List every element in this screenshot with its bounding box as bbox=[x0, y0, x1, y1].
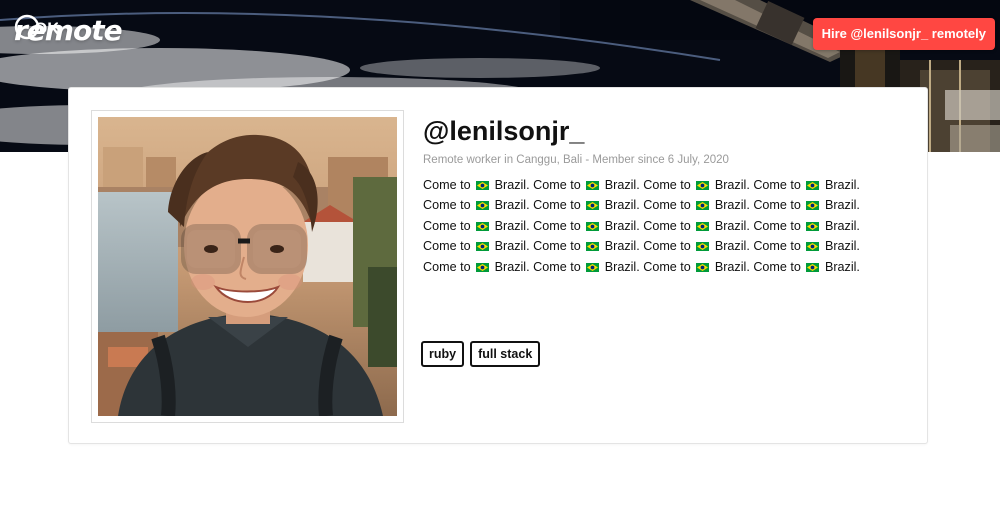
profile-tags: ruby full stack bbox=[421, 341, 541, 367]
bio-segment: Come to Brazil. bbox=[753, 178, 860, 192]
brazil-flag-icon bbox=[476, 221, 490, 231]
bio-place: Brazil. bbox=[714, 218, 750, 233]
profile-photo-frame bbox=[91, 110, 404, 423]
brazil-flag-icon bbox=[696, 242, 710, 252]
logo-ok-icon: OK bbox=[14, 14, 58, 40]
bio-phrase: Come to bbox=[753, 198, 801, 213]
profile-username: @lenilsonjr_ bbox=[423, 116, 585, 146]
bio-phrase: Come to bbox=[643, 259, 691, 274]
brazil-flag-icon bbox=[586, 201, 600, 211]
bio-place: Brazil. bbox=[494, 239, 530, 254]
bio-place: Brazil. bbox=[824, 259, 860, 274]
bio-segment: Come to Brazil. bbox=[753, 239, 860, 253]
bio-phrase: Come to bbox=[643, 178, 691, 192]
bio-segment: Come to Brazil. bbox=[643, 239, 750, 253]
profile-bio: Come to Brazil. Come to Brazil. Come to … bbox=[423, 175, 883, 277]
bio-phrase: Come to bbox=[643, 239, 691, 254]
brazil-flag-icon bbox=[476, 181, 490, 190]
bio-phrase: Come to bbox=[753, 239, 801, 254]
bio-phrase: Come to bbox=[423, 218, 471, 233]
bio-phrase: Come to bbox=[753, 178, 801, 192]
bio-phrase: Come to bbox=[533, 198, 581, 213]
bio-phrase: Come to bbox=[423, 239, 471, 254]
tag-ruby[interactable]: ruby bbox=[421, 341, 465, 367]
bio-place: Brazil. bbox=[494, 178, 530, 192]
profile-info: @lenilsonjr_ Remote worker in Canggu, Ba… bbox=[423, 114, 883, 277]
bio-segment: Come to Brazil. bbox=[533, 198, 640, 212]
brazil-flag-icon bbox=[696, 262, 710, 272]
brazil-flag-icon bbox=[806, 201, 820, 211]
bio-place: Brazil. bbox=[824, 178, 860, 192]
bio-phrase: Come to bbox=[643, 218, 691, 233]
bio-segment: Come to Brazil. bbox=[533, 260, 640, 274]
bio-segment: Come to Brazil. bbox=[533, 219, 640, 233]
bio-place: Brazil. bbox=[824, 198, 860, 213]
bio-phrase: Come to bbox=[423, 178, 471, 192]
bio-place: Brazil. bbox=[824, 218, 860, 233]
remoteok-logo[interactable]: remote OK bbox=[14, 12, 126, 48]
bio-segment: Come to Brazil. bbox=[533, 239, 640, 253]
bio-phrase: Come to bbox=[533, 239, 581, 254]
brazil-flag-icon bbox=[806, 242, 820, 252]
bio-place: Brazil. bbox=[714, 198, 750, 213]
bio-phrase: Come to bbox=[533, 218, 581, 233]
bio-place: Brazil. bbox=[494, 218, 530, 233]
bio-segment: Come to Brazil. bbox=[753, 198, 860, 212]
bio-place: Brazil. bbox=[604, 178, 640, 192]
bio-phrase: Come to bbox=[533, 178, 581, 192]
bio-segment: Come to Brazil. bbox=[533, 178, 640, 192]
bio-phrase: Come to bbox=[753, 259, 801, 274]
profile-page: remote OK Hire @lenilsonjr_ remotely @le… bbox=[0, 0, 1000, 514]
bio-place: Brazil. bbox=[604, 198, 640, 213]
brazil-flag-icon bbox=[476, 262, 490, 272]
bio-segment: Come to Brazil. bbox=[643, 260, 750, 274]
bio-segment: Come to Brazil. bbox=[643, 198, 750, 212]
bio-phrase: Come to bbox=[423, 259, 471, 274]
brazil-flag-icon bbox=[476, 242, 490, 252]
bio-segment: Come to Brazil. bbox=[643, 219, 750, 233]
bio-segment: Come to Brazil. bbox=[753, 219, 860, 233]
profile-card: @lenilsonjr_ Remote worker in Canggu, Ba… bbox=[68, 87, 928, 444]
brazil-flag-icon bbox=[476, 201, 490, 211]
brazil-flag-icon bbox=[696, 201, 710, 211]
bio-phrase: Come to bbox=[533, 259, 581, 274]
brazil-flag-icon bbox=[806, 181, 820, 190]
hire-button[interactable]: Hire @lenilsonjr_ remotely bbox=[812, 18, 995, 50]
bio-segment: Come to Brazil. bbox=[423, 219, 530, 233]
bio-phrase: Come to bbox=[643, 198, 691, 213]
brazil-flag-icon bbox=[696, 221, 710, 231]
bio-segment: Come to Brazil. bbox=[753, 260, 860, 274]
brazil-flag-icon bbox=[696, 181, 710, 190]
brazil-flag-icon bbox=[586, 221, 600, 231]
bio-segment: Come to Brazil. bbox=[643, 178, 750, 192]
bio-place: Brazil. bbox=[714, 239, 750, 254]
bio-phrase: Come to bbox=[753, 218, 801, 233]
bio-place: Brazil. bbox=[604, 218, 640, 233]
bio-segment: Come to Brazil. bbox=[423, 178, 530, 192]
bio-place: Brazil. bbox=[714, 259, 750, 274]
bio-place: Brazil. bbox=[604, 259, 640, 274]
tag-full-stack[interactable]: full stack bbox=[470, 341, 541, 367]
bio-phrase: Come to bbox=[423, 198, 471, 213]
bio-segment: Come to Brazil. bbox=[423, 239, 530, 253]
brazil-flag-icon bbox=[586, 262, 600, 272]
bio-place: Brazil. bbox=[604, 239, 640, 254]
brazil-flag-icon bbox=[586, 181, 600, 190]
brazil-flag-icon bbox=[806, 221, 820, 231]
bio-place: Brazil. bbox=[494, 259, 530, 274]
logo-ok-text: OK bbox=[34, 19, 58, 38]
profile-meta: Remote worker in Canggu, Bali - Member s… bbox=[423, 154, 729, 166]
bio-place: Brazil. bbox=[824, 239, 860, 254]
bio-place: Brazil. bbox=[714, 178, 750, 192]
brazil-flag-icon bbox=[806, 262, 820, 272]
profile-photo bbox=[98, 117, 397, 416]
bio-segment: Come to Brazil. bbox=[423, 260, 530, 274]
bio-segment: Come to Brazil. bbox=[423, 198, 530, 212]
brazil-flag-icon bbox=[586, 242, 600, 252]
bio-place: Brazil. bbox=[494, 198, 530, 213]
